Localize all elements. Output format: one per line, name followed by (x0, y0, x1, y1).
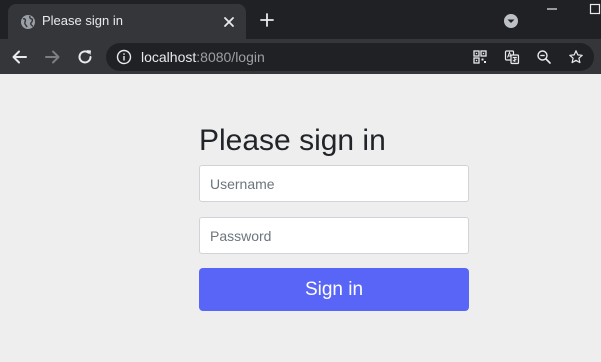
site-info-icon[interactable] (116, 49, 132, 65)
maximize-window-icon[interactable] (589, 3, 601, 15)
qr-code-icon[interactable] (472, 49, 488, 65)
close-tab-icon[interactable] (220, 13, 238, 31)
browser-toolbar: localhost:8080/login (0, 39, 601, 74)
address-bar[interactable]: localhost:8080/login (106, 43, 594, 71)
tab-strip: Please sign in (0, 0, 601, 39)
password-input[interactable] (199, 217, 469, 254)
url-text[interactable]: localhost:8080/login (141, 49, 265, 65)
new-tab-icon[interactable] (258, 11, 276, 29)
translate-icon[interactable] (504, 49, 520, 65)
zoom-out-icon[interactable] (536, 49, 552, 65)
forward-arrow-icon[interactable] (42, 47, 62, 67)
username-input[interactable] (199, 165, 469, 202)
minimize-window-icon[interactable] (545, 4, 559, 14)
tab-title: Please sign in (42, 13, 123, 28)
sign-in-button[interactable]: Sign in (199, 268, 469, 311)
globe-icon (21, 15, 35, 29)
bookmark-star-icon[interactable] (568, 49, 584, 65)
reload-icon[interactable] (75, 47, 95, 67)
url-host: localhost (141, 49, 197, 65)
back-arrow-icon[interactable] (10, 47, 30, 67)
page-title: Please sign in (199, 124, 386, 157)
browser-tab[interactable]: Please sign in (8, 4, 246, 39)
tab-search-icon[interactable] (502, 12, 520, 30)
url-path: :8080/login (196, 49, 265, 65)
